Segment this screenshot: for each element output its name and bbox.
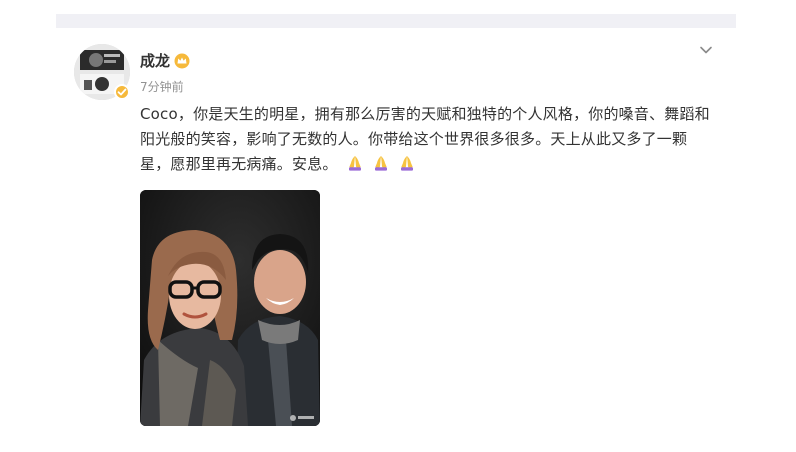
crown-badge-icon[interactable]: [174, 53, 190, 69]
post-author-row: 成龙: [140, 50, 190, 71]
weibo-post-card: 成龙 7分钟前 Coco，你是天生的明星，拥有那么厉害的天赋和独特的个人风格，你…: [56, 28, 736, 452]
verified-badge-icon: [114, 84, 130, 100]
post-timestamp[interactable]: 7分钟前: [140, 78, 184, 95]
post-body: Coco，你是天生的明星，拥有那么厉害的天赋和独特的个人风格，你的嗓音、舞蹈和阳…: [140, 102, 716, 180]
feed-top-divider: [56, 14, 736, 28]
chevron-down-icon[interactable]: [696, 40, 716, 60]
folded-hands-icon: [346, 154, 364, 180]
folded-hands-icon: [372, 154, 390, 180]
post-text: Coco，你是天生的明星，拥有那么厉害的天赋和独特的个人风格，你的嗓音、舞蹈和阳…: [140, 105, 710, 173]
folded-hands-icon: [398, 154, 416, 180]
post-photo[interactable]: [140, 190, 320, 426]
post-author-name[interactable]: 成龙: [140, 50, 170, 71]
